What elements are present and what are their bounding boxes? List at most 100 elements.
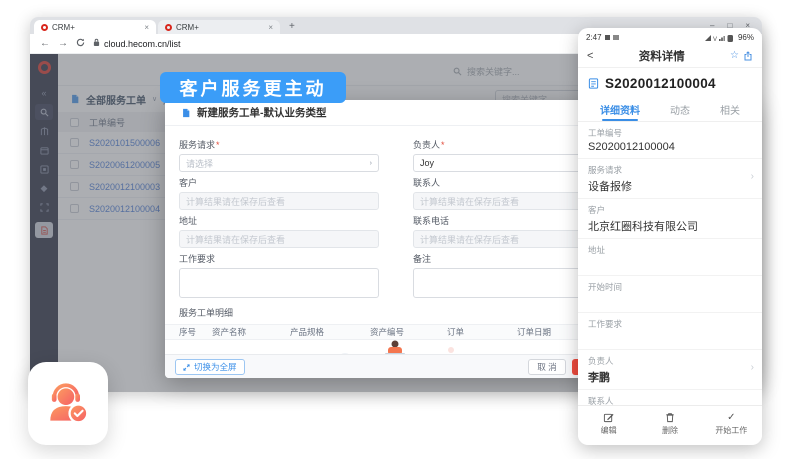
composite-canvas: CRM+ × CRM+ × + – □ × ← → (0, 0, 792, 459)
field-label: 工作要求 (179, 252, 379, 265)
field-label: 工单编号 (588, 127, 752, 139)
phone-page-title: 资料详情 (597, 48, 726, 64)
crm-favicon-icon (165, 24, 172, 31)
tab-close-icon[interactable]: × (144, 23, 149, 32)
action-label: 开始工作 (715, 425, 747, 436)
delete-button[interactable]: 删除 (639, 406, 700, 441)
edit-button[interactable]: 编辑 (578, 406, 639, 441)
phone-field-work-requirement: 工作要求 (578, 313, 762, 350)
detail-column: 序号 (179, 326, 212, 338)
chevron-right-icon: › (751, 362, 754, 373)
field-value: 李鹏 (588, 369, 752, 385)
phone-field-service-request[interactable]: 服务请求 设备报修 › (578, 159, 762, 199)
address-input: 计算结果请在保存后查看 (179, 230, 379, 248)
browser-tab-2[interactable]: CRM+ × (158, 20, 280, 34)
work-requirement-textarea[interactable] (179, 268, 379, 298)
select-placeholder: 请选择 (186, 157, 213, 170)
owner-value: Joy (420, 158, 434, 168)
field-label: 开始时间 (588, 281, 752, 293)
field-service-request: 服务请求* 请选择 › (179, 134, 379, 172)
document-icon (588, 78, 599, 89)
detail-column: 产品规格 (290, 326, 370, 338)
service-request-select[interactable]: 请选择 › (179, 154, 379, 172)
field-address: 地址 计算结果请在保存后查看 (179, 210, 379, 248)
svg-text:V: V (713, 37, 717, 42)
battery-percent: 96% (738, 33, 754, 42)
phone-field-start-time: 开始时间 (578, 276, 762, 313)
new-tab-button[interactable]: + (280, 21, 304, 34)
field-label: 地址 (588, 244, 752, 256)
browser-tab-1[interactable]: CRM+ × (34, 20, 156, 34)
field-customer: 客户 计算结果请在保存后查看 (179, 172, 379, 210)
url-text: cloud.hecom.cn/list (104, 39, 181, 49)
field-value (588, 332, 752, 345)
fullscreen-label: 切换为全屏 (194, 361, 237, 373)
phone-field-order-number: 工单编号 S2020012100004 (578, 122, 762, 159)
field-label: 负责人 (588, 355, 752, 367)
signal-wifi-battery-icons: V (705, 34, 735, 42)
tab-close-icon[interactable]: × (268, 23, 273, 32)
field-label: 服务请求 (588, 164, 752, 176)
cancel-button[interactable]: 取 消 (528, 359, 566, 375)
headset-person-icon (43, 379, 93, 429)
field-label: 服务请求 (179, 140, 215, 150)
promo-banner: 客户服务更主动 (160, 72, 346, 103)
detail-column: 订单 (447, 326, 517, 338)
tab-details[interactable]: 详细资料 (600, 98, 640, 121)
customer-service-app-icon[interactable] (28, 362, 108, 445)
share-icon[interactable] (743, 51, 753, 61)
fullscreen-toggle-button[interactable]: 切换为全屏 (175, 359, 245, 375)
customer-input: 计算结果请在保存后查看 (179, 192, 379, 210)
input-placeholder: 计算结果请在保存后查看 (186, 233, 285, 246)
edit-icon (603, 412, 614, 424)
expand-icon (183, 364, 190, 371)
input-placeholder: 计算结果请在保存后查看 (420, 233, 519, 246)
start-work-button[interactable]: ✓ 开始工作 (701, 406, 762, 441)
phone-screen: 2:47 V 96% < 资料详情 ☆ (578, 28, 762, 445)
required-mark: * (441, 140, 445, 150)
favorite-star-icon[interactable]: ☆ (730, 50, 739, 61)
phone-field-owner[interactable]: 负责人 李鹏 › (578, 350, 762, 390)
field-label: 负责人 (413, 140, 440, 150)
check-icon: ✓ (727, 412, 735, 424)
field-label: 工作要求 (588, 318, 752, 330)
phone-nav-bar: < 资料详情 ☆ (578, 44, 762, 68)
tab-title: CRM+ (52, 23, 140, 32)
detail-column: 资产编号 (370, 326, 447, 338)
input-placeholder: 计算结果请在保存后查看 (420, 195, 519, 208)
chevron-right-icon: › (370, 160, 372, 167)
back-icon[interactable]: ← (40, 39, 50, 49)
lock-icon (93, 38, 100, 49)
tab-related[interactable]: 相关 (720, 98, 740, 121)
field-value: S2020012100004 (588, 141, 752, 154)
document-icon (181, 108, 191, 118)
trash-icon (665, 412, 675, 424)
field-label: 客户 (588, 204, 752, 216)
back-icon[interactable]: < (587, 50, 593, 62)
phone-field-customer: 客户 北京红圈科技有限公司 (578, 199, 762, 239)
field-value (588, 258, 752, 271)
phone-field-address: 地址 (578, 239, 762, 276)
forward-icon[interactable]: → (58, 39, 68, 49)
input-placeholder: 计算结果请在保存后查看 (186, 195, 285, 208)
url-box[interactable]: cloud.hecom.cn/list (93, 38, 181, 49)
notification-icon (605, 35, 610, 40)
record-id: S2020012100004 (605, 76, 716, 91)
status-time: 2:47 (586, 33, 602, 42)
phone-status-bar: 2:47 V 96% (578, 28, 762, 44)
record-header: S2020012100004 (578, 68, 762, 98)
action-label: 编辑 (601, 425, 617, 436)
tab-activity[interactable]: 动态 (670, 98, 690, 121)
phone-action-bar: 编辑 删除 ✓ 开始工作 (578, 405, 762, 441)
field-value: 设备报修 (588, 178, 752, 194)
modal-title: 新建服务工单-默认业务类型 (197, 105, 327, 120)
action-label: 删除 (662, 425, 678, 436)
chevron-right-icon: › (751, 171, 754, 182)
field-value: 北京红圈科技有限公司 (588, 218, 752, 234)
field-value (588, 295, 752, 308)
detail-column: 订单日期 (517, 326, 551, 338)
refresh-icon[interactable] (76, 38, 85, 50)
phone-tabs: 详细资料 动态 相关 (578, 98, 762, 122)
detail-column: 资产名称 (212, 326, 290, 338)
required-mark: * (216, 140, 220, 150)
